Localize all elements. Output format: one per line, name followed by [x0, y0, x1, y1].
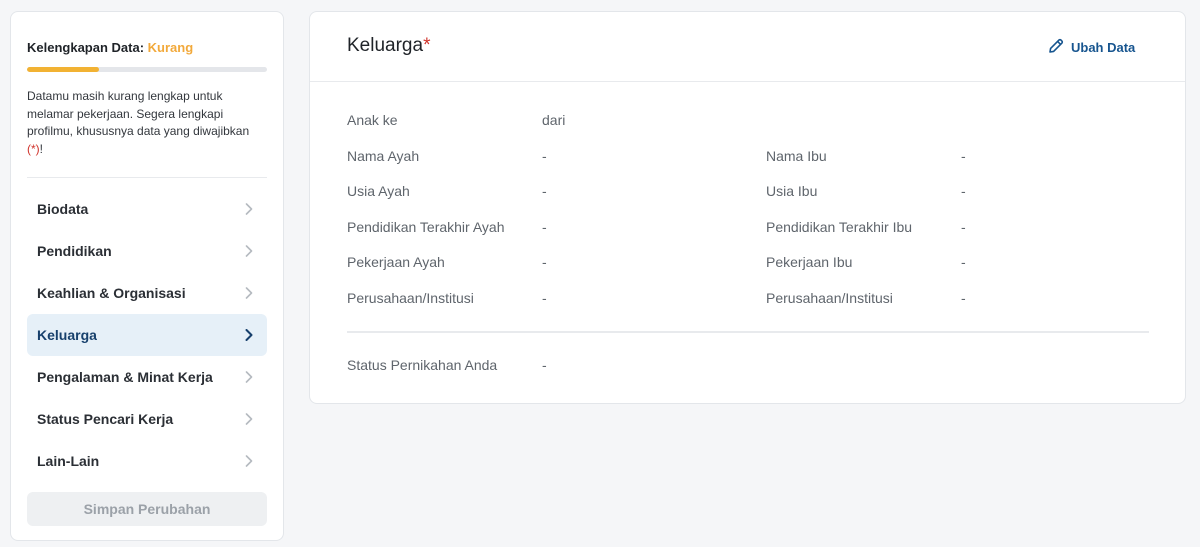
field-label-perusahaan-ibu: Perusahaan/Institusi: [766, 290, 893, 306]
warning-text: Datamu masih kurang lengkap untuk melama…: [27, 89, 250, 139]
completeness-heading: Kelengkapan Data: Kurang: [27, 40, 193, 55]
chevron-right-icon: [243, 287, 255, 299]
field-label-anak-ke: Anak ke: [347, 112, 398, 128]
field-label-pekerjaan-ayah: Pekerjaan Ayah: [347, 254, 445, 270]
edit-data-label: Ubah Data: [1071, 40, 1136, 55]
field-label-pendidikan-ayah: Pendidikan Terakhir Ayah: [347, 219, 505, 235]
field-label-pendidikan-ibu: Pendidikan Terakhir Ibu: [766, 219, 913, 235]
profile-sidebar: Kelengkapan Data: Kurang Datamu masih ku…: [10, 11, 284, 541]
page-title: Keluarga*: [347, 35, 430, 57]
field-value-usia-ibu: -: [961, 183, 966, 199]
field-value-perusahaan-ayah: -: [542, 290, 547, 306]
card-title-text: Keluarga: [347, 35, 424, 56]
sidebar-item-label: Pengalaman & Minat Kerja: [37, 369, 213, 385]
chevron-right-icon: [243, 455, 255, 467]
field-label-usia-ayah: Usia Ayah: [347, 183, 410, 199]
chevron-right-icon: [243, 329, 255, 341]
required-mark: *: [423, 35, 431, 56]
chevron-right-icon: [243, 413, 255, 425]
field-value-pendidikan-ayah: -: [542, 219, 547, 235]
sidebar-item-pendidikan[interactable]: Pendidikan: [27, 230, 267, 272]
completeness-progress-bar: [27, 67, 267, 72]
sidebar-item-label: Pendidikan: [37, 243, 112, 259]
chevron-right-icon: [243, 245, 255, 257]
field-value-pekerjaan-ibu: -: [961, 254, 966, 270]
field-value-pekerjaan-ayah: -: [542, 254, 547, 270]
field-value-anak-ke: dari: [542, 112, 566, 128]
field-value-perusahaan-ibu: -: [961, 290, 966, 306]
edit-data-button[interactable]: Ubah Data: [1048, 38, 1135, 57]
required-mark: (*): [27, 141, 40, 156]
sidebar-item-lain-lain[interactable]: Lain-Lain: [27, 440, 267, 482]
profile-nav: Biodata Pendidikan Keahlian & Organisasi…: [27, 188, 267, 482]
field-value-nama-ibu: -: [961, 148, 966, 164]
completeness-progress-fill: [27, 67, 99, 72]
sidebar-item-label: Lain-Lain: [37, 453, 100, 469]
card-header-divider: [310, 81, 1185, 82]
sidebar-divider: [27, 177, 267, 178]
sidebar-item-label: Biodata: [37, 201, 89, 217]
family-card: Keluarga* Ubah Data Anak ke dari Nama Ay…: [309, 11, 1186, 404]
sidebar-item-keluarga[interactable]: Keluarga: [27, 314, 267, 356]
sidebar-item-biodata[interactable]: Biodata: [27, 188, 267, 230]
sidebar-item-label: Keahlian & Organisasi: [37, 285, 186, 301]
field-value-status-pernikahan: -: [542, 357, 547, 373]
field-label-pekerjaan-ibu: Pekerjaan Ibu: [766, 254, 853, 270]
chevron-right-icon: [243, 203, 255, 215]
field-label-nama-ibu: Nama Ibu: [766, 148, 827, 164]
sidebar-item-label: Keluarga: [37, 327, 97, 343]
pencil-icon: [1048, 38, 1064, 57]
chevron-right-icon: [243, 371, 255, 383]
completeness-warning: Datamu masih kurang lengkap untuk melama…: [27, 88, 267, 158]
sidebar-item-pengalaman-minat-kerja[interactable]: Pengalaman & Minat Kerja: [27, 356, 267, 398]
field-label-status-pernikahan: Status Pernikahan Anda: [347, 357, 498, 373]
field-value-usia-ayah: -: [542, 183, 547, 199]
sidebar-item-keahlian-organisasi[interactable]: Keahlian & Organisasi: [27, 272, 267, 314]
field-label-usia-ibu: Usia Ibu: [766, 183, 818, 199]
section-divider: [347, 331, 1149, 333]
field-label-perusahaan-ayah: Perusahaan/Institusi: [347, 290, 474, 306]
save-changes-button[interactable]: Simpan Perubahan: [27, 492, 267, 526]
warning-end: !: [39, 141, 44, 156]
sidebar-item-status-pencari-kerja[interactable]: Status Pencari Kerja: [27, 398, 267, 440]
field-value-nama-ayah: -: [542, 148, 547, 164]
sidebar-item-label: Status Pencari Kerja: [37, 411, 174, 427]
field-value-pendidikan-ibu: -: [961, 219, 966, 235]
completeness-status: Kurang: [147, 40, 194, 55]
field-label-nama-ayah: Nama Ayah: [347, 148, 420, 164]
completeness-label: Kelengkapan Data:: [27, 40, 145, 55]
